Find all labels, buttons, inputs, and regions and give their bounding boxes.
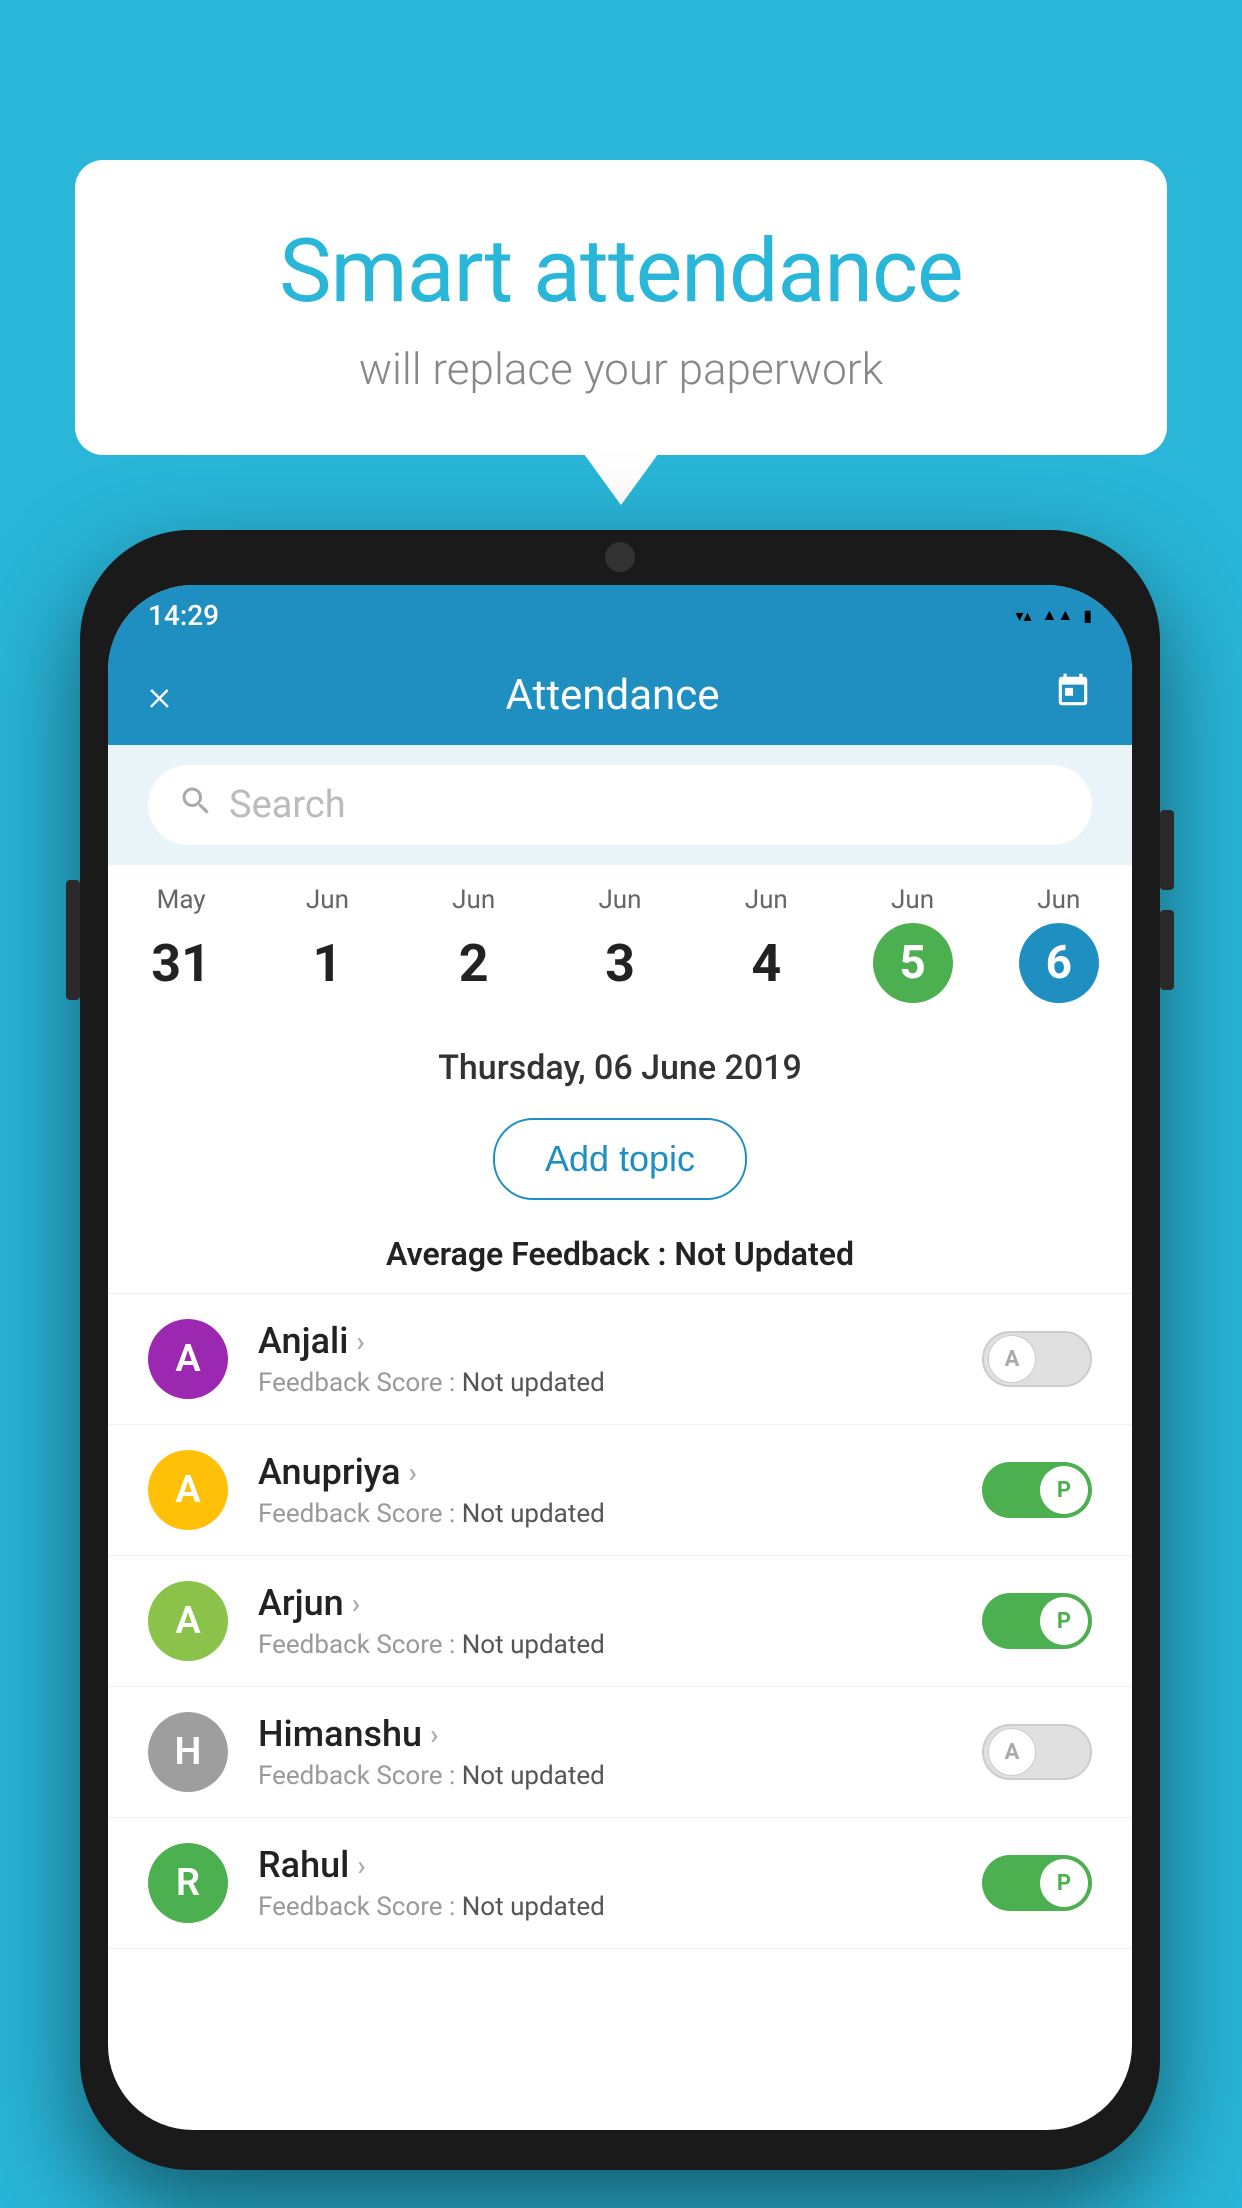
chevron-icon: › [409, 1456, 417, 1489]
volume-up-button [1160, 810, 1174, 890]
search-container: Search [108, 745, 1132, 865]
phone-wrapper: 14:29 ▾▴ ▲▲ ▮ × Attendance [80, 530, 1160, 2170]
toggle-knob: A [988, 1728, 1036, 1776]
student-feedback: Feedback Score : Not updated [258, 1368, 952, 1398]
signal-icon: ▲▲ [1042, 605, 1074, 625]
student-info: Anupriya › Feedback Score : Not updated [258, 1451, 952, 1529]
search-bar[interactable]: Search [148, 765, 1092, 845]
student-row[interactable]: A Arjun › Feedback Score : Not updated P [108, 1556, 1132, 1687]
calendar-day[interactable]: Jun 2 [401, 885, 547, 1003]
chevron-icon: › [356, 1325, 364, 1358]
phone-notch [520, 530, 720, 580]
student-list: A Anjali › Feedback Score : Not updated … [108, 1294, 1132, 1949]
student-row[interactable]: R Rahul › Feedback Score : Not updated P [108, 1818, 1132, 1949]
status-icons: ▾▴ ▲▲ ▮ [1015, 605, 1092, 625]
status-time: 14:29 [148, 599, 219, 632]
add-topic-button[interactable]: Add topic [493, 1118, 747, 1200]
calendar-month: Jun [401, 885, 547, 915]
calendar-day[interactable]: Jun 4 [693, 885, 839, 1003]
calendar-month: Jun [986, 885, 1132, 915]
attendance-toggle[interactable]: P [982, 1593, 1092, 1649]
selected-date-label: Thursday, 06 June 2019 [438, 1048, 802, 1088]
student-avatar: A [148, 1581, 228, 1661]
calendar-month: Jun [547, 885, 693, 915]
student-row[interactable]: A Anjali › Feedback Score : Not updated … [108, 1294, 1132, 1425]
calendar-date[interactable]: 2 [434, 923, 514, 1003]
calendar-date[interactable]: 5 [873, 923, 953, 1003]
calendar-day[interactable]: Jun 3 [547, 885, 693, 1003]
chevron-icon: › [357, 1849, 365, 1882]
student-row[interactable]: A Anupriya › Feedback Score : Not update… [108, 1425, 1132, 1556]
add-topic-container: Add topic [108, 1103, 1132, 1225]
wifi-icon: ▾▴ [1015, 606, 1031, 625]
student-feedback: Feedback Score : Not updated [258, 1630, 952, 1660]
student-name: Rahul › [258, 1844, 952, 1886]
calendar-date[interactable]: 6 [1019, 923, 1099, 1003]
calendar-row: May 31 Jun 1 Jun 2 Jun 3 Jun 4 Jun 5 Jun… [108, 865, 1132, 1023]
student-info: Anjali › Feedback Score : Not updated [258, 1320, 952, 1398]
attendance-toggle[interactable]: P [982, 1462, 1092, 1518]
speech-bubble-title: Smart attendance [155, 220, 1087, 323]
calendar-date[interactable]: 4 [726, 923, 806, 1003]
battery-icon: ▮ [1083, 606, 1092, 625]
student-avatar: A [148, 1319, 228, 1399]
speech-bubble: Smart attendance will replace your paper… [75, 160, 1167, 455]
app-header: × Attendance [108, 645, 1132, 745]
toggle-knob: P [1040, 1597, 1088, 1645]
student-feedback: Feedback Score : Not updated [258, 1892, 952, 1922]
calendar-month: Jun [693, 885, 839, 915]
student-info: Himanshu › Feedback Score : Not updated [258, 1713, 952, 1791]
calendar-icon[interactable] [1054, 672, 1092, 719]
student-info: Arjun › Feedback Score : Not updated [258, 1582, 952, 1660]
attendance-toggle[interactable]: A [982, 1724, 1092, 1780]
toggle-knob: P [1040, 1859, 1088, 1907]
calendar-date[interactable]: 3 [580, 923, 660, 1003]
toggle-knob: A [988, 1335, 1036, 1383]
attendance-toggle[interactable]: A [982, 1331, 1092, 1387]
student-avatar: A [148, 1450, 228, 1530]
student-name: Anjali › [258, 1320, 952, 1362]
student-row[interactable]: H Himanshu › Feedback Score : Not update… [108, 1687, 1132, 1818]
student-feedback: Feedback Score : Not updated [258, 1761, 952, 1791]
calendar-day[interactable]: Jun 1 [254, 885, 400, 1003]
calendar-date[interactable]: 31 [141, 923, 221, 1003]
feedback-avg-label: Average Feedback : Not Updated [386, 1235, 854, 1273]
phone-camera [605, 542, 635, 572]
student-info: Rahul › Feedback Score : Not updated [258, 1844, 952, 1922]
feedback-summary: Average Feedback : Not Updated [108, 1225, 1132, 1294]
status-bar: 14:29 ▾▴ ▲▲ ▮ [108, 585, 1132, 645]
student-avatar: R [148, 1843, 228, 1923]
header-title: Attendance [506, 671, 720, 720]
power-button [66, 880, 80, 1000]
date-info: Thursday, 06 June 2019 [108, 1023, 1132, 1103]
student-feedback: Feedback Score : Not updated [258, 1499, 952, 1529]
phone-frame: 14:29 ▾▴ ▲▲ ▮ × Attendance [80, 530, 1160, 2170]
calendar-month: Jun [254, 885, 400, 915]
speech-bubble-container: Smart attendance will replace your paper… [75, 160, 1167, 455]
search-icon [178, 783, 214, 828]
calendar-day[interactable]: Jun 5 [839, 885, 985, 1003]
speech-bubble-subtitle: will replace your paperwork [155, 343, 1087, 395]
calendar-month: May [108, 885, 254, 915]
student-name: Himanshu › [258, 1713, 952, 1755]
calendar-day[interactable]: Jun 6 [986, 885, 1132, 1003]
close-button[interactable]: × [148, 669, 171, 721]
student-name: Arjun › [258, 1582, 952, 1624]
student-name: Anupriya › [258, 1451, 952, 1493]
chevron-icon: › [352, 1587, 360, 1620]
attendance-toggle[interactable]: P [982, 1855, 1092, 1911]
search-placeholder: Search [229, 783, 346, 827]
student-avatar: H [148, 1712, 228, 1792]
chevron-icon: › [430, 1718, 438, 1751]
calendar-day[interactable]: May 31 [108, 885, 254, 1003]
calendar-date[interactable]: 1 [287, 923, 367, 1003]
phone-screen: 14:29 ▾▴ ▲▲ ▮ × Attendance [108, 585, 1132, 2130]
volume-down-button [1160, 910, 1174, 990]
calendar-month: Jun [839, 885, 985, 915]
toggle-knob: P [1040, 1466, 1088, 1514]
